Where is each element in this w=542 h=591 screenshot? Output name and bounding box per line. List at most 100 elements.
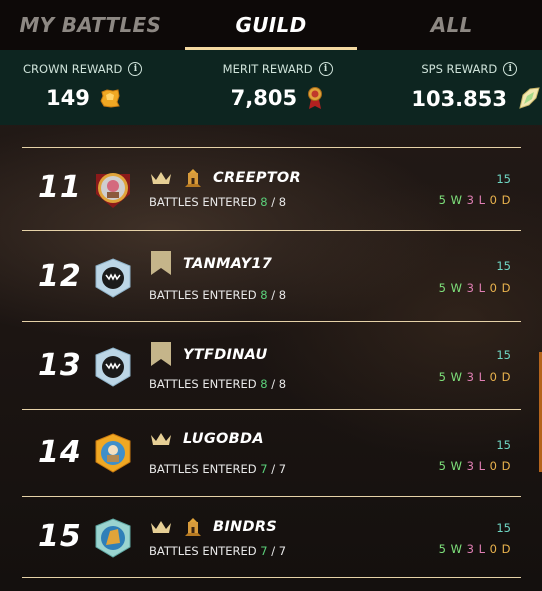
win-loss-record: 5 W 3 L 0 D [439, 459, 511, 473]
crown-icon [151, 433, 171, 445]
avatar[interactable] [92, 346, 134, 388]
battles-entered-count: 8 [260, 288, 268, 302]
avatar[interactable] [92, 168, 134, 210]
losses: 3 L [466, 193, 486, 207]
battles-entered-label: BATTLES ENTERED [149, 377, 257, 391]
losses: 3 L [466, 459, 486, 473]
info-icon[interactable]: i [128, 62, 143, 76]
win-loss-record: 5 W 3 L 0 D [439, 193, 511, 207]
player-name[interactable]: TANMAY17 [183, 256, 272, 272]
wins: 5 W [438, 459, 463, 473]
crown-reward: CROWN REWARD i 149 [0, 50, 181, 125]
score-value: 15 [496, 521, 511, 535]
avatar[interactable] [92, 432, 134, 474]
rank-number: 15 [38, 519, 82, 554]
wins: 5 W [438, 370, 463, 384]
crown-reward-label: CROWN REWARD [23, 62, 123, 76]
crown-icon [151, 172, 171, 184]
battles-entered: BATTLES ENTERED 7 / 7 [149, 462, 287, 476]
battles-total-count: 7 [278, 544, 287, 558]
battles-total-count: 8 [278, 288, 287, 302]
draws: 0 D [489, 193, 511, 207]
battles-entered-label: BATTLES ENTERED [149, 462, 257, 476]
battles-total-count: 7 [278, 462, 287, 476]
wins: 5 W [438, 542, 463, 556]
rewards-bar: CROWN REWARD i 149 MERIT REWARD i 7,805 [0, 50, 542, 125]
score-value: 15 [496, 172, 511, 186]
wins: 5 W [438, 193, 463, 207]
player-name[interactable]: BINDRS [213, 519, 277, 535]
info-icon[interactable]: i [503, 62, 518, 76]
player-name[interactable]: YTFDINAU [183, 347, 268, 363]
win-loss-record: 5 W 3 L 0 D [439, 281, 511, 295]
losses: 3 L [466, 370, 486, 384]
battles-entered: BATTLES ENTERED 8 / 8 [149, 377, 287, 391]
player-info: CREEPTOR [149, 168, 301, 188]
battles-entered-count: 7 [260, 462, 268, 476]
wins: 5 W [438, 281, 463, 295]
player-info: BINDRS [149, 517, 277, 537]
sps-reward-label-row: SPS REWARD i [421, 62, 518, 76]
leaderboard-row[interactable]: 12 TANMAY17 BATTLES ENTERED 8 / 8 15 5 W… [22, 230, 521, 321]
losses: 3 L [466, 281, 486, 295]
battles-entered-label: BATTLES ENTERED [149, 195, 257, 209]
guild-castle-icon [185, 518, 201, 536]
info-icon[interactable]: i [318, 62, 333, 76]
battles-entered-label: BATTLES ENTERED [149, 288, 257, 302]
battles-entered: BATTLES ENTERED 8 / 8 [149, 195, 287, 209]
guild-castle-icon [185, 169, 201, 187]
rank-number: 12 [38, 259, 82, 294]
rank-number: 11 [38, 170, 82, 205]
avatar[interactable] [92, 517, 134, 559]
crown-reward-value-row: 149 [46, 86, 121, 110]
merit-medal-icon [308, 87, 323, 109]
merit-reward-label-row: MERIT REWARD i [223, 62, 333, 76]
player-info: TANMAY17 [149, 251, 272, 277]
avatar[interactable] [92, 257, 134, 299]
tab-bar: MY BATTLES GUILD ALL [0, 0, 542, 50]
losses: 3 L [466, 542, 486, 556]
battles-entered-count: 8 [260, 195, 268, 209]
tab-my-battles[interactable]: MY BATTLES [0, 0, 181, 50]
battles-total-count: 8 [278, 377, 287, 391]
rank-number: 14 [38, 435, 82, 470]
banner-icon [151, 251, 171, 275]
battles-entered-count: 7 [260, 544, 268, 558]
draws: 0 D [489, 370, 511, 384]
sps-token-icon [519, 87, 540, 109]
sps-reward-label: SPS REWARD [421, 62, 498, 76]
crown-reward-label-row: CROWN REWARD i [23, 62, 143, 76]
crown-token-icon [100, 89, 120, 108]
draws: 0 D [489, 459, 511, 473]
score-value: 15 [496, 348, 511, 362]
battles-entered: BATTLES ENTERED 8 / 8 [149, 288, 287, 302]
battles-entered: BATTLES ENTERED 7 / 7 [149, 544, 287, 558]
leaderboard-row[interactable]: 11 CREEPTOR BATTLES ENTERED 8 / 8 15 5 W… [22, 147, 521, 230]
sps-reward: SPS REWARD i 103.853 [361, 50, 542, 125]
sps-reward-value-row: 103.853 [411, 86, 542, 112]
crown-icon [151, 521, 171, 533]
merit-reward-value: 7,805 [230, 86, 298, 110]
score-value: 15 [496, 259, 511, 273]
leaderboard-row[interactable]: 15 BINDRS BATTLES ENTERED 7 / 7 15 5 W 3… [22, 496, 521, 578]
merit-reward: MERIT REWARD i 7,805 [181, 50, 362, 125]
merit-reward-value-row: 7,805 [231, 86, 324, 110]
battles-entered-label: BATTLES ENTERED [149, 544, 257, 558]
player-info: LUGOBDA [149, 430, 264, 448]
tab-guild[interactable]: GUILD [181, 0, 362, 50]
tab-all[interactable]: ALL [361, 0, 542, 50]
leaderboard-row[interactable]: 14 LUGOBDA BATTLES ENTERED 7 / 7 15 5 W … [22, 409, 521, 496]
draws: 0 D [489, 542, 511, 556]
banner-icon [151, 342, 171, 366]
leaderboard-row[interactable]: 13 YTFDINAU BATTLES ENTERED 8 / 8 15 5 W… [22, 321, 521, 409]
rank-number: 13 [38, 348, 82, 383]
battles-entered-count: 8 [260, 377, 268, 391]
score-value: 15 [496, 438, 511, 452]
player-name[interactable]: LUGOBDA [183, 431, 264, 447]
player-info: YTFDINAU [149, 342, 268, 368]
player-name[interactable]: CREEPTOR [213, 170, 301, 186]
draws: 0 D [489, 281, 511, 295]
battles-total-count: 8 [278, 195, 287, 209]
sps-reward-value: 103.853 [411, 87, 507, 111]
crown-reward-value: 149 [46, 86, 90, 110]
